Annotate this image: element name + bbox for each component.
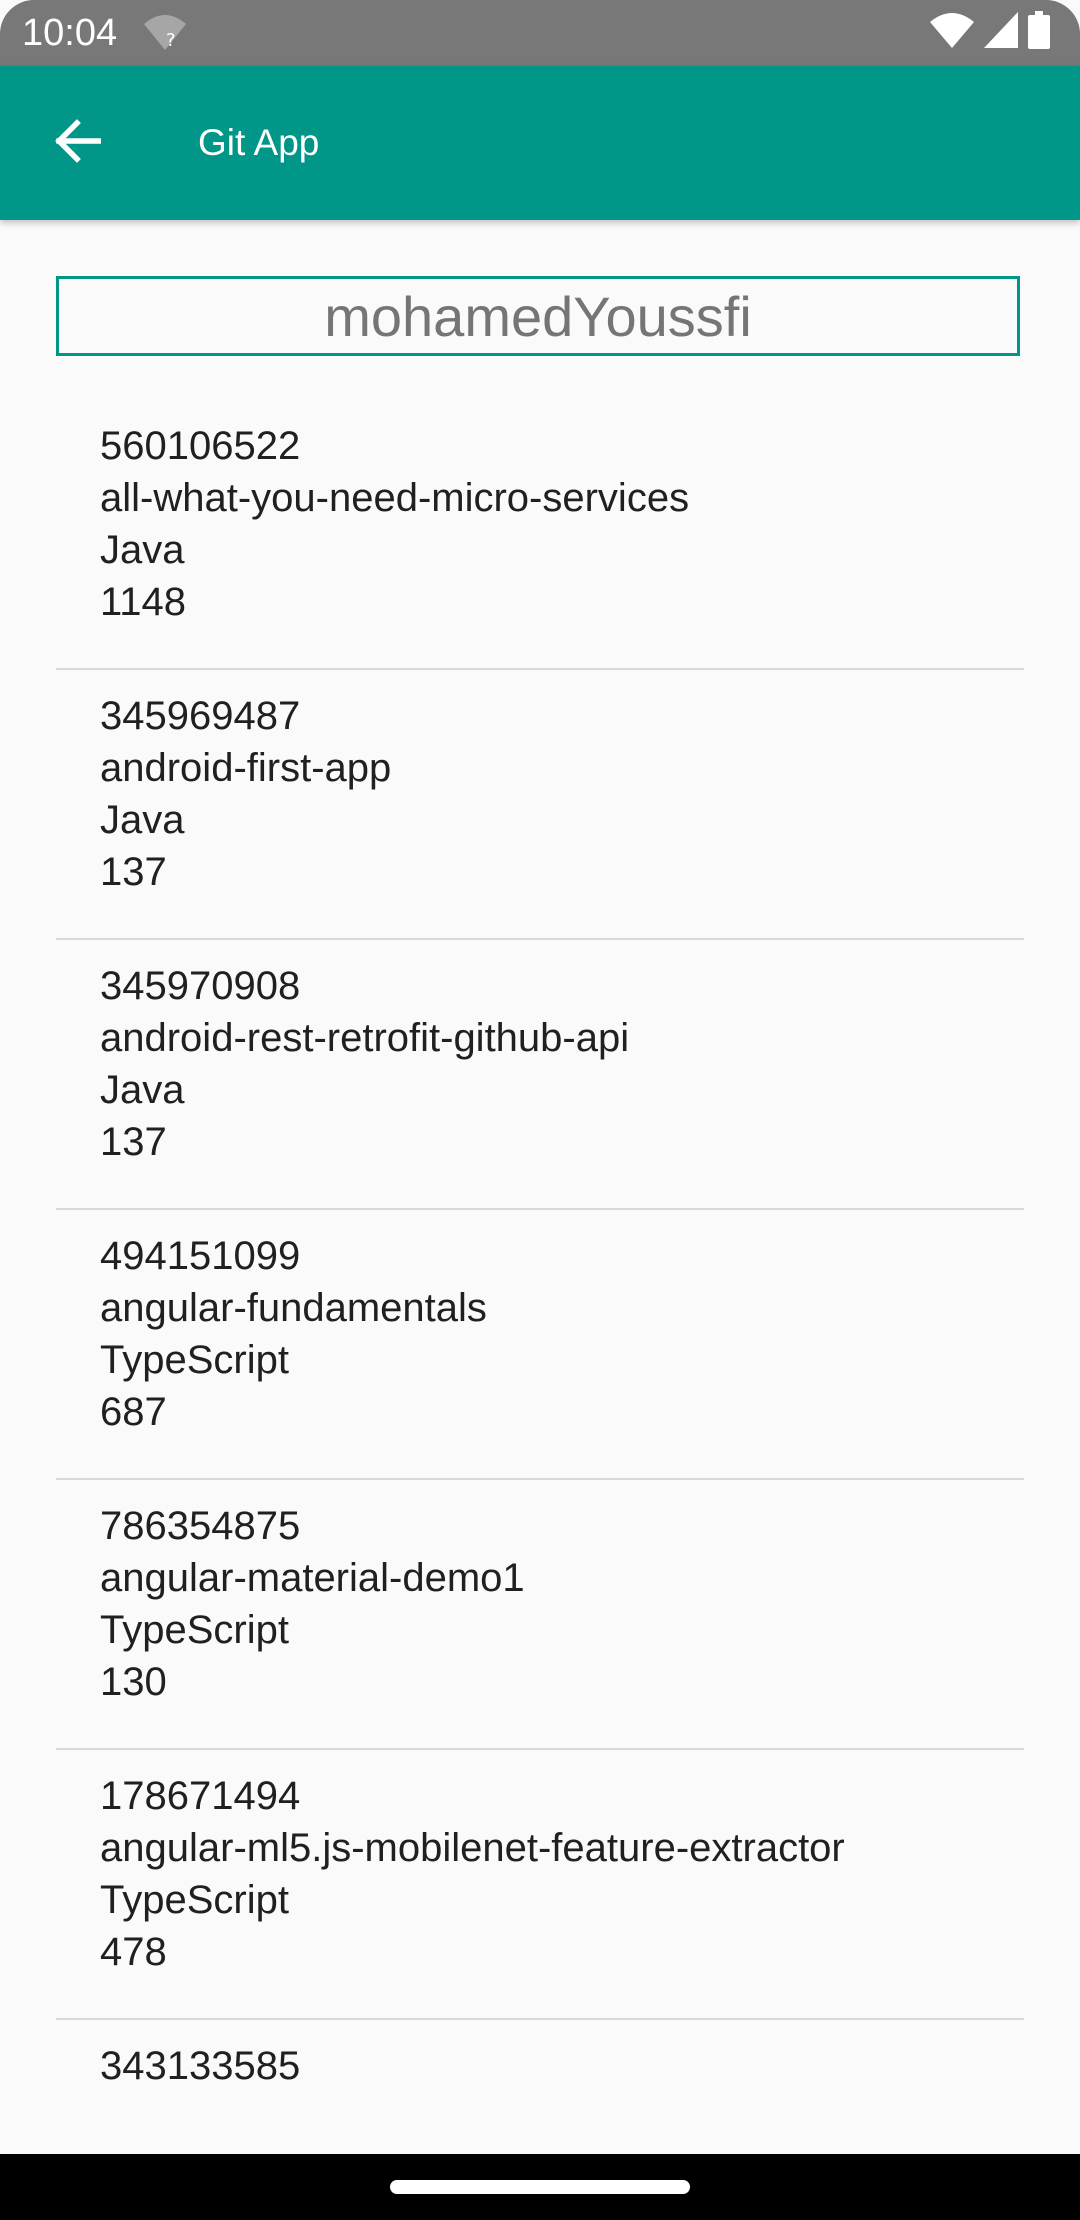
app-bar: Git App (0, 66, 1080, 220)
repo-language: Java (100, 528, 185, 572)
repo-language: Java (100, 798, 185, 842)
list-item[interactable]: 560106522 all-what-you-need-micro-servic… (0, 400, 1080, 670)
repo-list[interactable]: 560106522 all-what-you-need-micro-servic… (0, 400, 1080, 2220)
repo-id: 786354875 (100, 1504, 301, 1548)
wifi-unknown-icon: ? (142, 12, 188, 52)
repo-id: 494151099 (100, 1234, 301, 1278)
list-item[interactable]: 345970908 android-rest-retrofit-github-a… (0, 940, 1080, 1210)
repo-size: 137 (100, 850, 167, 894)
repo-name: all-what-you-need-micro-services (100, 476, 690, 520)
navigation-bar (0, 2154, 1080, 2220)
status-bar: 10:04 ? (0, 0, 1080, 66)
wifi-icon (930, 12, 974, 53)
status-icons (930, 10, 1050, 54)
arrow-back-icon (53, 118, 102, 168)
cell-signal-icon (984, 11, 1018, 53)
repo-name: angular-fundamentals (100, 1286, 487, 1330)
repo-size: 478 (100, 1930, 167, 1974)
repo-name: angular-material-demo1 (100, 1556, 525, 1600)
list-item[interactable]: 494151099 angular-fundamentals TypeScrip… (0, 1210, 1080, 1480)
repo-language: TypeScript (100, 1878, 289, 1922)
home-handle[interactable] (390, 2180, 690, 2194)
list-item[interactable]: 345969487 android-first-app Java 137 (0, 670, 1080, 940)
status-time: 10:04 (22, 12, 118, 54)
repo-size: 130 (100, 1660, 167, 1704)
app-title: Git App (198, 122, 320, 163)
list-item[interactable]: 786354875 angular-material-demo1 TypeScr… (0, 1480, 1080, 1750)
search-input[interactable] (56, 276, 1020, 356)
repo-size: 137 (100, 1120, 167, 1164)
repo-name: angular-ml5.js-mobilenet-feature-extract… (100, 1826, 845, 1870)
repo-size: 687 (100, 1390, 167, 1434)
repo-id: 345969487 (100, 694, 301, 738)
repo-language: TypeScript (100, 1608, 289, 1652)
repo-id: 343133585 (100, 2044, 301, 2088)
repo-id: 560106522 (100, 424, 301, 468)
screen: 10:04 ? Git App mohamedYoussfi 560106522… (0, 0, 1080, 2220)
repo-id: 345970908 (100, 964, 301, 1008)
repo-name: android-first-app (100, 746, 392, 790)
list-item[interactable]: 178671494 angular-ml5.js-mobilenet-featu… (0, 1750, 1080, 2020)
repo-language: Java (100, 1068, 185, 1112)
battery-icon (1028, 10, 1050, 54)
repo-language: TypeScript (100, 1338, 289, 1382)
repo-name: android-rest-retrofit-github-api (100, 1016, 630, 1060)
back-button[interactable] (36, 113, 118, 173)
svg-text:?: ? (166, 30, 176, 51)
repo-size: 1148 (100, 580, 187, 624)
repo-id: 178671494 (100, 1774, 301, 1818)
